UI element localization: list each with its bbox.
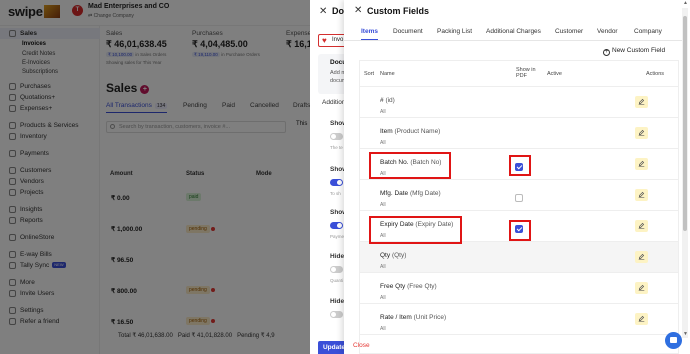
setting-label: Hide <box>330 298 345 305</box>
field-scope: All <box>380 264 386 270</box>
setting-toggle[interactable] <box>330 133 343 140</box>
setting-label: Hide <box>330 253 345 260</box>
scroll-up-icon[interactable]: ▲ <box>683 0 688 6</box>
setting-hint: The te <box>330 145 343 150</box>
field-name: Qty (Qty) <box>380 252 407 259</box>
scrollbar[interactable] <box>682 8 688 338</box>
plus-circle-icon: + <box>603 49 610 56</box>
setting-toggle[interactable] <box>330 311 343 318</box>
field-name: Mfg. Date (Mfg Date) <box>380 190 441 197</box>
tab-items[interactable]: Items <box>361 28 378 40</box>
edit-button[interactable] <box>635 96 648 108</box>
close-icon[interactable]: ✕ <box>354 5 362 16</box>
custom-fields-table: Sort Name Show in PDF Active Actions # (… <box>359 60 679 354</box>
setting-toggle[interactable] <box>330 222 343 229</box>
tab-packing-list[interactable]: Packing List <box>437 28 472 35</box>
setting-hint: To sh <box>330 191 341 196</box>
chat-icon[interactable] <box>665 332 682 349</box>
col-name: Name <box>380 71 395 77</box>
col-show-in-pdf: Show in PDF <box>516 67 536 79</box>
pencil-icon <box>638 253 645 260</box>
field-scope: All <box>380 202 386 208</box>
col-sort: Sort <box>364 71 375 77</box>
drawer-title: Do <box>332 6 344 16</box>
edit-button[interactable] <box>635 282 648 294</box>
edit-button[interactable] <box>635 189 648 201</box>
setting-hint: Quanti <box>330 278 344 283</box>
pencil-icon <box>638 98 645 105</box>
table-row: Qty (Qty) All <box>360 242 678 273</box>
pencil-icon <box>638 315 645 322</box>
col-active: Active <box>547 71 562 77</box>
field-scope: All <box>380 295 386 301</box>
close-button[interactable]: Close <box>353 342 370 349</box>
edit-button[interactable] <box>635 158 648 170</box>
field-name: Item (Product Name) <box>380 128 441 135</box>
tab-customer[interactable]: Customer <box>555 28 583 35</box>
table-row: # (id) All <box>360 87 678 118</box>
pencil-icon <box>638 191 645 198</box>
highlight-expiry-date-checkbox <box>509 220 531 241</box>
pencil-icon <box>638 160 645 167</box>
show-in-pdf-checkbox[interactable] <box>515 194 523 202</box>
field-name: Free Qty (Free Qty) <box>380 283 437 290</box>
table-row: Rate / Item (Unit Price) All <box>360 304 678 335</box>
setting-toggle[interactable] <box>330 179 343 186</box>
edit-button[interactable] <box>635 251 648 263</box>
highlight-batch-no-checkbox <box>509 155 531 176</box>
pencil-icon <box>638 129 645 136</box>
field-name: Rate / Item (Unit Price) <box>380 314 447 321</box>
edit-button[interactable] <box>635 220 648 232</box>
pencil-icon <box>638 222 645 229</box>
tab-vendor[interactable]: Vendor <box>597 28 618 35</box>
edit-button[interactable] <box>635 127 648 139</box>
edit-button[interactable] <box>635 313 648 325</box>
highlight-batch-no <box>369 152 451 179</box>
field-name: # (id) <box>380 97 395 104</box>
custom-fields-drawer: ✕ Custom Fields Items Document Packing L… <box>344 0 690 354</box>
table-row: Item (Product Name) All <box>360 118 678 149</box>
tab-additional-charges[interactable]: Additional Charges <box>486 28 541 35</box>
setting-toggle[interactable] <box>330 266 343 273</box>
heart-icon: ♥ <box>322 36 327 45</box>
highlight-expiry-date <box>369 216 462 244</box>
field-scope: All <box>380 109 386 115</box>
field-scope: All <box>380 326 386 332</box>
table-row: Free Qty (Free Qty) All <box>360 273 678 304</box>
custom-fields-tabs: Items Document Packing List Additional C… <box>344 27 684 41</box>
col-actions: Actions <box>646 71 665 77</box>
tab-document[interactable]: Document <box>393 28 423 35</box>
setting-hint: Payme <box>330 234 345 239</box>
drawer-title: Custom Fields <box>367 6 430 16</box>
close-icon[interactable]: ✕ <box>319 6 327 17</box>
additional-label: Addition <box>322 99 346 106</box>
pencil-icon <box>638 284 645 291</box>
scroll-down-icon[interactable]: ▼ <box>683 331 688 337</box>
field-scope: All <box>380 140 386 146</box>
scroll-thumb[interactable] <box>683 16 687 231</box>
table-row: Mfg. Date (Mfg Date) All <box>360 180 678 211</box>
tab-company[interactable]: Company <box>634 28 662 35</box>
new-custom-field-button[interactable]: + New Custom Field <box>603 47 665 56</box>
table-header: Sort Name Show in PDF Active Actions <box>360 61 678 87</box>
